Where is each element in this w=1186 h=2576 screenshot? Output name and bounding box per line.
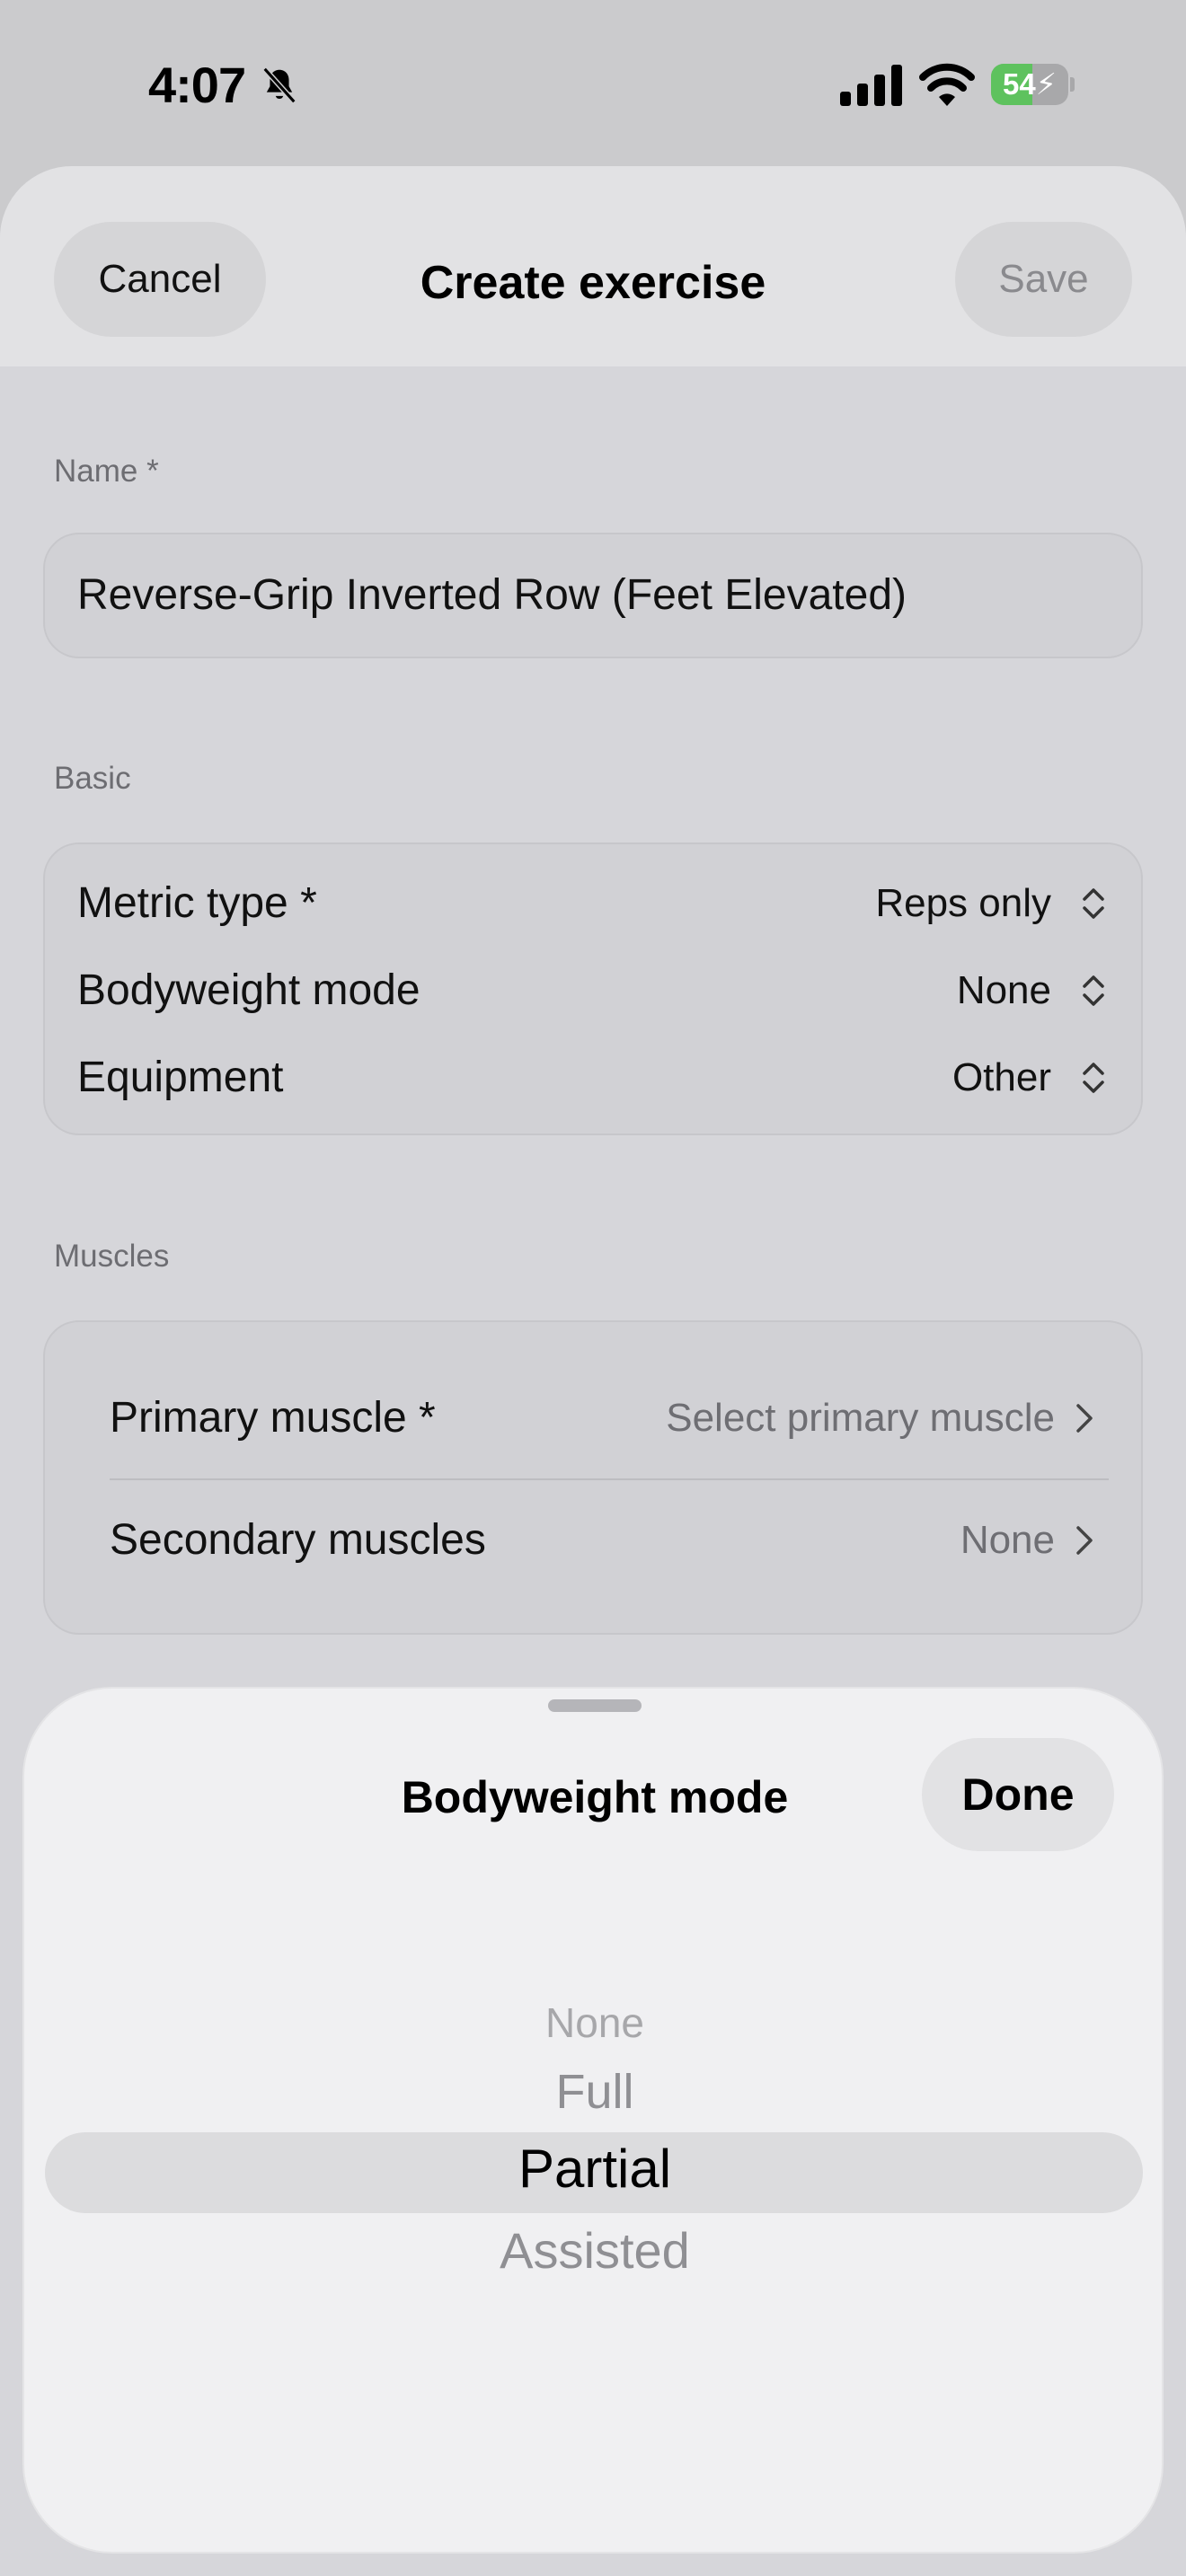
sheet-grabber[interactable] (548, 1699, 642, 1712)
bodyweight-mode-picker: Bodyweight mode Done None Full Partial A… (22, 1687, 1164, 2554)
equipment-value[interactable]: Other (952, 1035, 1051, 1121)
wheel-option-partial[interactable]: Partial (24, 2138, 1162, 2200)
cellular-signal-icon (840, 65, 902, 106)
battery-charging-icon: 54⚡ (991, 64, 1075, 105)
name-field[interactable]: Reverse-Grip Inverted Row (Feet Elevated… (43, 533, 1143, 658)
wifi-icon (919, 63, 975, 106)
equipment-row[interactable]: Equipment Other (77, 1035, 1109, 1121)
chevron-up-down-icon (1083, 888, 1104, 919)
status-time: 4:07 (148, 57, 246, 113)
metric-type-label: Metric type * (77, 879, 317, 927)
primary-muscle-label: Primary muscle * (110, 1394, 436, 1442)
basic-section-label: Basic (54, 761, 131, 796)
bodyweight-mode-label: Bodyweight mode (77, 966, 420, 1014)
chevron-up-down-icon (1083, 1063, 1104, 1093)
nav-bar: Cancel Create exercise Save (0, 166, 1186, 366)
secondary-muscles-value[interactable]: None (960, 1480, 1055, 1601)
bell-slash-icon (262, 66, 296, 104)
chevron-right-icon (1076, 1526, 1093, 1555)
done-button[interactable]: Done (922, 1738, 1114, 1851)
primary-muscle-row[interactable]: Primary muscle * Select primary muscle (110, 1358, 1109, 1478)
chevron-up-down-icon (1083, 975, 1104, 1006)
secondary-muscles-row[interactable]: Secondary muscles None (110, 1480, 1109, 1601)
bodyweight-mode-row[interactable]: Bodyweight mode None (77, 948, 1109, 1034)
status-bar: 4:07 54⚡ (0, 0, 1186, 166)
chevron-right-icon (1076, 1404, 1093, 1433)
basic-card: Metric type * Reps only Bodyweight mode … (43, 842, 1143, 1135)
save-button[interactable]: Save (955, 222, 1132, 337)
bodyweight-mode-value[interactable]: None (957, 948, 1051, 1034)
muscles-section-label: Muscles (54, 1239, 170, 1274)
wheel-option-assisted[interactable]: Assisted (24, 2221, 1162, 2280)
secondary-muscles-label: Secondary muscles (110, 1516, 486, 1564)
name-section-label: Name * (54, 454, 159, 489)
battery-body: 54⚡ (991, 64, 1068, 105)
metric-type-row[interactable]: Metric type * Reps only (77, 860, 1109, 947)
battery-level: 54⚡ (1003, 67, 1057, 101)
wheel-option-none[interactable]: None (24, 1998, 1162, 2047)
wheel-option-full[interactable]: Full (24, 2064, 1162, 2120)
primary-muscle-value[interactable]: Select primary muscle (666, 1358, 1055, 1478)
battery-cap (1070, 77, 1075, 92)
name-input-value[interactable]: Reverse-Grip Inverted Row (Feet Elevated… (77, 534, 907, 657)
metric-type-value[interactable]: Reps only (875, 860, 1051, 947)
muscles-card: Primary muscle * Select primary muscle S… (43, 1320, 1143, 1635)
equipment-label: Equipment (77, 1054, 284, 1101)
screen: 4:07 54⚡ Cancel Create exercise Save Nam… (0, 0, 1186, 2576)
